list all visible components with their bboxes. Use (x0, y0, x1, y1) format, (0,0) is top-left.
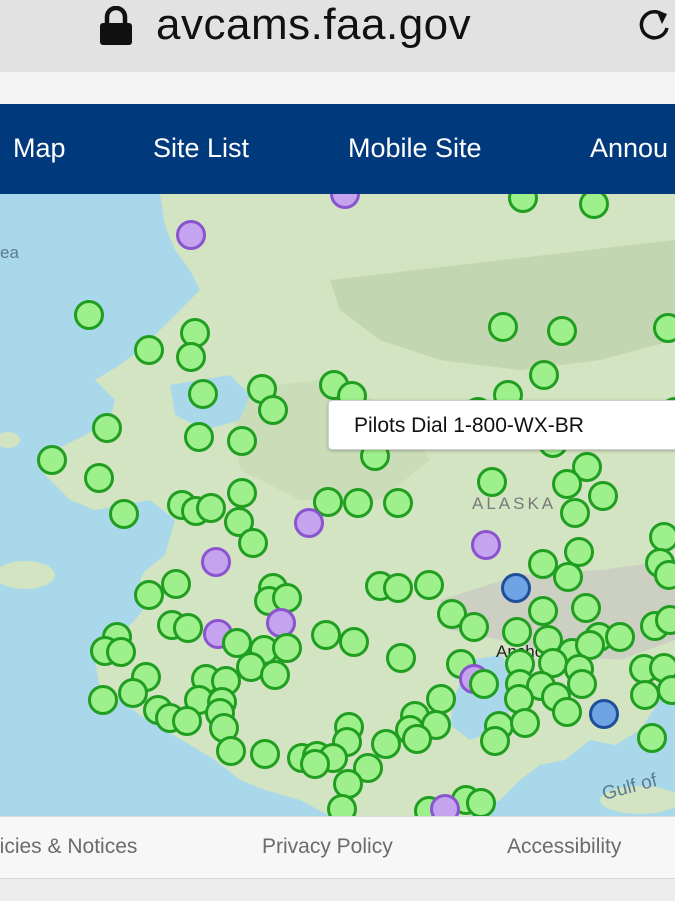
camera-site-marker[interactable] (111, 501, 138, 528)
camera-site-marker[interactable] (569, 671, 596, 698)
camera-site-marker[interactable] (566, 539, 593, 566)
camera-site-marker[interactable] (175, 615, 202, 642)
camera-site-marker[interactable] (490, 314, 517, 341)
purple-site-marker[interactable] (432, 796, 459, 817)
purple-site-marker[interactable] (203, 549, 230, 576)
camera-site-marker[interactable] (385, 490, 412, 517)
purple-site-marker[interactable] (268, 610, 295, 637)
camera-site-marker[interactable] (335, 771, 362, 798)
lock-icon (98, 6, 134, 46)
camera-site-marker[interactable] (651, 524, 675, 551)
camera-site-marker[interactable] (482, 728, 509, 755)
browser-toolbar (0, 878, 675, 901)
camera-site-marker[interactable] (555, 564, 582, 591)
blue-site-marker[interactable] (503, 575, 530, 602)
camera-site-marker[interactable] (329, 796, 356, 817)
camera-site-marker[interactable] (404, 726, 431, 753)
nav-mobile-site[interactable]: Mobile Site (348, 133, 482, 164)
footer-policies-link[interactable]: licies & Notices (0, 835, 137, 859)
camera-site-marker[interactable] (86, 465, 113, 492)
camera-site-marker[interactable] (428, 686, 455, 713)
camera-site-marker[interactable] (174, 708, 201, 735)
footer-privacy-link[interactable]: Privacy Policy (262, 835, 393, 859)
camera-site-marker[interactable] (659, 677, 675, 704)
blue-site-marker[interactable] (591, 701, 618, 728)
camera-site-marker[interactable] (90, 687, 117, 714)
camera-site-marker[interactable] (471, 671, 498, 698)
camera-site-marker[interactable] (573, 595, 600, 622)
camera-site-marker[interactable] (512, 710, 539, 737)
camera-site-marker[interactable] (549, 318, 576, 345)
purple-site-marker[interactable] (296, 510, 323, 537)
map-canvas: ea ALASKA Anchorage Gulf of (0, 194, 675, 816)
map-label-alaska: ALASKA (472, 494, 556, 513)
camera-site-marker[interactable] (345, 490, 372, 517)
camera-site-marker[interactable] (120, 680, 147, 707)
purple-site-marker[interactable] (178, 222, 205, 249)
camera-site-marker[interactable] (657, 607, 675, 634)
nav-site-list[interactable]: Site List (153, 133, 249, 164)
camera-site-marker[interactable] (656, 562, 675, 589)
purple-site-marker[interactable] (473, 532, 500, 559)
camera-site-marker[interactable] (182, 320, 209, 347)
footer-accessibility-link[interactable]: Accessibility (507, 835, 621, 859)
camera-site-marker[interactable] (385, 575, 412, 602)
camera-site-marker[interactable] (607, 624, 634, 651)
camera-site-marker[interactable] (252, 741, 279, 768)
camera-site-marker[interactable] (39, 447, 66, 474)
camera-site-marker[interactable] (504, 619, 531, 646)
camera-site-marker[interactable] (108, 639, 135, 666)
camera-site-marker[interactable] (530, 598, 557, 625)
camera-site-marker[interactable] (373, 731, 400, 758)
camera-site-marker[interactable] (224, 630, 251, 657)
camera-site-marker[interactable] (274, 635, 301, 662)
camera-site-marker[interactable] (163, 571, 190, 598)
camera-site-marker[interactable] (136, 337, 163, 364)
camera-site-marker[interactable] (76, 302, 103, 329)
url-text[interactable]: avcams.faa.gov (156, 0, 471, 50)
camera-site-marker[interactable] (655, 315, 675, 342)
camera-site-marker[interactable] (468, 790, 495, 817)
pilots-dial-banner: Pilots Dial 1-800-WX-BR (328, 400, 675, 450)
camera-site-marker[interactable] (274, 585, 301, 612)
camera-site-marker[interactable] (554, 471, 581, 498)
browser-address-bar[interactable]: avcams.faa.gov (0, 0, 675, 72)
camera-site-marker[interactable] (94, 415, 121, 442)
camera-site-marker[interactable] (562, 500, 589, 527)
camera-site-marker[interactable] (178, 344, 205, 371)
camera-site-marker[interactable] (240, 530, 267, 557)
nav-map[interactable]: Map (13, 133, 66, 164)
camera-site-marker[interactable] (190, 381, 217, 408)
camera-site-marker[interactable] (639, 725, 666, 752)
camera-site-marker[interactable] (198, 495, 225, 522)
camera-site-marker[interactable] (581, 194, 608, 218)
reload-icon[interactable] (634, 4, 674, 44)
camera-site-marker[interactable] (302, 751, 329, 778)
page-top-gap (0, 72, 675, 104)
main-nav: Map Site List Mobile Site Annou (0, 104, 675, 194)
camera-site-marker[interactable] (218, 738, 245, 765)
nav-announcements[interactable]: Annou (590, 133, 668, 164)
camera-site-marker[interactable] (510, 194, 537, 212)
camera-site-marker[interactable] (260, 397, 287, 424)
camera-site-marker[interactable] (136, 582, 163, 609)
camera-site-marker[interactable] (186, 424, 213, 451)
camera-site-marker[interactable] (341, 629, 368, 656)
camera-site-marker[interactable] (632, 682, 659, 709)
camera-site-marker[interactable] (554, 699, 581, 726)
camera-site-marker[interactable] (388, 645, 415, 672)
camera-site-marker[interactable] (531, 362, 558, 389)
camera-site-marker[interactable] (262, 662, 289, 689)
camera-site-marker[interactable] (229, 428, 256, 455)
camera-site-marker[interactable] (590, 483, 617, 510)
map-label-sea: ea (0, 243, 19, 262)
camera-site-marker[interactable] (229, 480, 256, 507)
camera-site-marker[interactable] (461, 614, 488, 641)
purple-site-marker[interactable] (332, 194, 359, 208)
camera-site-marker[interactable] (530, 551, 557, 578)
camera-map[interactable]: ea ALASKA Anchorage Gulf of Pilots Dial … (0, 194, 675, 816)
camera-site-marker[interactable] (416, 572, 443, 599)
camera-site-marker[interactable] (313, 622, 340, 649)
camera-site-marker[interactable] (479, 469, 506, 496)
